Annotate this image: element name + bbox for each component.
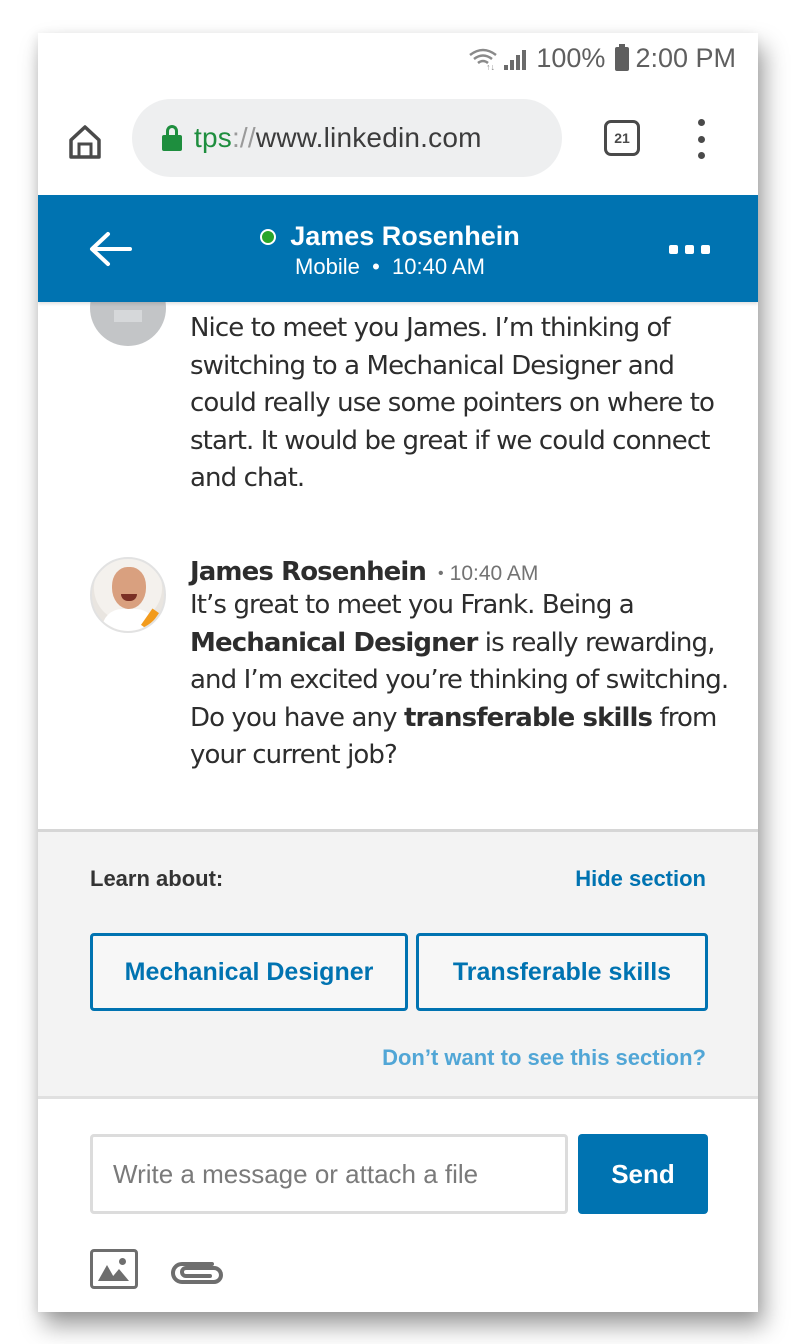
browser-toolbar: tps://www.linkedin.com 21 xyxy=(38,87,758,195)
conversation-header: James Rosenhein Mobile • 10:40 AM xyxy=(38,195,758,302)
contact-name[interactable]: James Rosenhein xyxy=(290,221,520,252)
message-text: It’s great to meet you Frank. Being a Me… xyxy=(190,590,729,770)
paperclip-icon[interactable] xyxy=(168,1259,226,1287)
message-item: Nice to meet you James. I’m thinking of … xyxy=(90,302,730,498)
message-sender[interactable]: James Rosenhein xyxy=(190,557,427,587)
status-bar: ↑↓ 100% 2:00 PM xyxy=(38,33,758,87)
learn-about-label: Learn about: xyxy=(90,866,224,891)
dismiss-section-link[interactable]: Don’t want to see this section? xyxy=(382,1045,706,1071)
svg-text:↑↓: ↑↓ xyxy=(486,62,495,70)
presence-indicator xyxy=(260,228,277,245)
image-icon[interactable] xyxy=(90,1249,138,1289)
avatar[interactable] xyxy=(90,557,166,633)
message-input[interactable] xyxy=(90,1134,568,1214)
message-list[interactable]: Nice to meet you James. I’m thinking of … xyxy=(38,302,758,829)
url-text: tps://www.linkedin.com xyxy=(194,122,482,153)
wifi-icon: ↑↓ xyxy=(469,48,498,70)
clock: 2:00 PM xyxy=(635,43,736,73)
tabs-icon[interactable]: 21 xyxy=(604,120,640,156)
message-time: • 10:40 AM xyxy=(438,562,539,585)
message-item: James Rosenhein • 10:40 AM It’s great to … xyxy=(90,557,730,775)
avatar[interactable] xyxy=(90,302,166,346)
battery-percent: 100% xyxy=(536,43,606,73)
tab-count: 21 xyxy=(614,130,630,146)
home-icon[interactable] xyxy=(66,123,104,161)
hide-section-link[interactable]: Hide section xyxy=(575,866,706,892)
lock-icon xyxy=(162,125,182,151)
topic-button-mechanical-designer[interactable]: Mechanical Designer xyxy=(90,933,408,1011)
message-text: Nice to meet you James. I’m thinking of … xyxy=(190,313,715,493)
learn-about-section: Learn about: Hide section Mechanical Des… xyxy=(38,829,758,1099)
battery-icon xyxy=(615,43,630,71)
phone-screen: ↑↓ 100% 2:00 PM tps://www.linkedin.com 2… xyxy=(38,33,758,1312)
more-options-icon[interactable] xyxy=(669,245,710,254)
overflow-menu-icon[interactable] xyxy=(693,119,709,159)
send-button[interactable]: Send xyxy=(578,1134,708,1214)
topic-button-transferable-skills[interactable]: Transferable skills xyxy=(416,933,708,1011)
url-bar[interactable]: tps://www.linkedin.com xyxy=(132,99,562,177)
signal-icon xyxy=(504,48,530,70)
message-composer: Send xyxy=(38,1099,758,1312)
contact-status: Mobile • 10:40 AM xyxy=(295,254,485,279)
